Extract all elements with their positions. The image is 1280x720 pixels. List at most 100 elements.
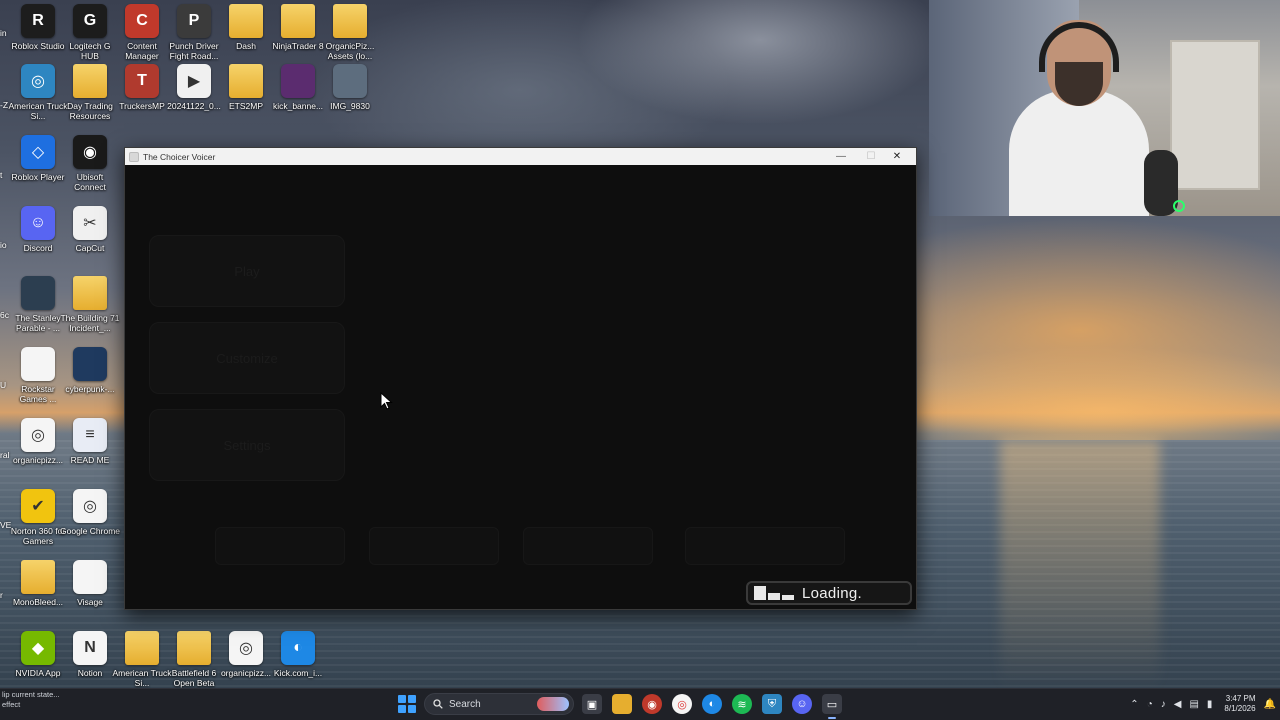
desktop-icon-label: Norton 360 for Gamers — [10, 526, 66, 546]
desktop-icon-discord[interactable]: ☺ Discord — [11, 206, 65, 253]
start-button[interactable] — [398, 695, 416, 713]
desktop-icon-capcut[interactable]: ✂ CapCut — [63, 206, 117, 253]
desktop-icon-organicpizz-2[interactable]: ◎ organicpizz... — [219, 631, 273, 678]
loading-text: Loading. — [802, 584, 862, 602]
dash-icon — [229, 4, 263, 38]
desktop-icon-roblox-player[interactable]: ◇ Roblox Player — [11, 135, 65, 182]
chevron-up-icon[interactable]: ⌃ — [1130, 699, 1138, 710]
img-9830-icon — [333, 64, 367, 98]
minimize-button[interactable]: — — [826, 148, 856, 165]
play-button[interactable]: Play — [149, 235, 345, 307]
desktop-icon-roblox-studio[interactable]: R Roblox Studio — [11, 4, 65, 51]
app-titlebar[interactable]: The Choicer Voicer — ☐ ✕ — [125, 148, 916, 165]
desktop-icon-rockstar[interactable]: Rockstar Games ... — [11, 347, 65, 404]
desktop-icon-video-2024[interactable]: ▶ 20241122_0... — [167, 64, 221, 111]
desktop-icon-battlefield6[interactable]: Battlefield 6 Open Beta — [167, 631, 221, 688]
webcam-overlay — [929, 0, 1280, 216]
desktop-icon-label: ETS2MP — [228, 101, 263, 111]
desktop-icon-punch-driver[interactable]: P Punch Driver Fight Road... — [167, 4, 221, 61]
discord-icon[interactable]: ☺ — [792, 694, 812, 714]
chrome-icon[interactable]: ◎ — [672, 694, 692, 714]
clock-date: 8/1/2026 — [1224, 704, 1256, 713]
loading-indicator: Loading. — [746, 581, 912, 605]
desktop-icon-label: Day Trading Resources — [67, 101, 113, 121]
desktop-icon-label: 20241122_0... — [167, 101, 221, 111]
clock[interactable]: 3:47 PM 8/1/2026 — [1224, 694, 1255, 714]
desktop-icon-day-trading[interactable]: Day Trading Resources — [63, 64, 117, 121]
desktop-icon-img-9830[interactable]: IMG_9830 — [323, 64, 377, 111]
desktop-icon-label: Visage — [77, 597, 103, 607]
desktop-icon-ets2mp[interactable]: ETS2MP — [219, 64, 273, 111]
close-button[interactable]: ✕ — [882, 148, 912, 165]
partial-icon-label: ral — [0, 450, 10, 460]
desktop-icon-label: cyberpunk-... — [65, 384, 115, 394]
desktop-icon-label: Ubisoft Connect — [74, 172, 106, 192]
desktop-icon-ubisoft[interactable]: ◉ Ubisoft Connect — [63, 135, 117, 192]
desktop-icon-label: Kick.com_i... — [273, 668, 323, 678]
desktop-icon-logitech[interactable]: G Logitech G HUB — [63, 4, 117, 61]
loading-bars-icon — [754, 586, 794, 600]
desktop-icon-cyberpunk[interactable]: cyberpunk-... — [63, 347, 117, 394]
shield-icon[interactable]: ⛨ — [762, 694, 782, 714]
battery-icon[interactable]: ▮ — [1207, 699, 1213, 710]
desktop-icon-label: Logitech G HUB — [69, 41, 111, 61]
settings-button[interactable]: Settings — [149, 409, 345, 481]
desktop-icon-building-71[interactable]: The Building 71 Incident_... — [60, 276, 120, 333]
desktop-icon-label: kick_banne... — [272, 101, 324, 111]
active-app-icon[interactable]: ▭ — [822, 694, 842, 719]
punch-driver-icon: P — [177, 4, 211, 38]
desktop-icon-ninjatrader[interactable]: NinjaTrader 8 — [271, 4, 325, 51]
file-explorer-icon[interactable] — [612, 694, 632, 714]
desktop-icon-google-chrome[interactable]: ◎ Google Chrome — [60, 489, 120, 536]
ets2mp-icon — [229, 64, 263, 98]
taskbar-search[interactable]: Search — [424, 693, 574, 715]
desktop-icon-american-truck-2[interactable]: American Truck Si... — [112, 631, 172, 688]
faint-button-1[interactable] — [215, 527, 345, 565]
desktop-icon-label: IMG_9830 — [330, 101, 370, 111]
desktop-icon-stanley-parable[interactable]: The Stanley Parable - ... — [11, 276, 65, 333]
desktop-icon-label: organicpizz... — [12, 455, 64, 465]
desktop-icon-organicpizz-chrome[interactable]: ◎ organicpizz... — [11, 418, 65, 465]
video-2024-icon: ▶ — [177, 64, 211, 98]
desktop-icon-truckersmp[interactable]: T TruckersMP — [115, 64, 169, 111]
desktop-icon-label: CapCut — [75, 243, 105, 253]
desktop-icon-nvidia[interactable]: ◆ NVIDIA App — [11, 631, 65, 678]
partial-icon-label: 6c — [0, 310, 9, 320]
desktop-icon-norton[interactable]: ✔ Norton 360 for Gamers — [11, 489, 65, 546]
faint-button-2[interactable] — [369, 527, 499, 565]
microphone-icon[interactable]: ♪ — [1161, 699, 1166, 710]
norton-icon: ✔ — [21, 489, 55, 523]
desktop-icon-kick-banner[interactable]: kick_banne... — [271, 64, 325, 111]
desktop-icon-label: The Building 71 Incident_... — [60, 313, 120, 333]
desktop-icon-organicpiz-assets[interactable]: OrganicPiz... Assets (lo... — [323, 4, 377, 61]
desktop-icon-kick-com[interactable]: ◐ Kick.com_i... — [271, 631, 325, 678]
desktop-icon-readme[interactable]: ≡ READ ME — [63, 418, 117, 465]
desktop-icon-label: READ ME — [70, 455, 110, 465]
partial-icon-label: t — [0, 170, 3, 180]
organicpizz-2-icon: ◎ — [229, 631, 263, 665]
wallpaper-sun-reflection — [1000, 440, 1160, 688]
desktop-icon-american-truck[interactable]: ◎ American Truck Si... — [8, 64, 68, 121]
volume-icon[interactable]: ◀ — [1174, 699, 1182, 710]
desktop-icon-dash[interactable]: Dash — [219, 4, 273, 51]
desktop-icon-label: MonoBleed... — [12, 597, 64, 607]
roblox-studio-icon: R — [21, 4, 55, 38]
app-window: The Choicer Voicer — ☐ ✕ Play Customize … — [124, 147, 917, 610]
faint-button-4[interactable] — [685, 527, 845, 565]
desktop-icon-content-manager[interactable]: C Content Manager — [115, 4, 169, 61]
spotify-icon[interactable]: ≋ — [732, 694, 752, 714]
app-pinned-icon[interactable]: ◉ — [642, 694, 662, 714]
desktop-icon-label: Dash — [236, 41, 256, 51]
stanley-parable-icon — [21, 276, 55, 310]
desktop-icon-label: American Truck Si... — [8, 101, 68, 121]
faint-button-3[interactable] — [523, 527, 653, 565]
network-icon[interactable]: ▤ — [1189, 699, 1198, 710]
notification-icon[interactable]: 🔔 — [1264, 699, 1276, 710]
customize-button[interactable]: Customize — [149, 322, 345, 394]
edge-icon[interactable]: ◐ — [702, 694, 722, 714]
desktop-icon-monobleed[interactable]: MonoBleed... — [11, 560, 65, 607]
desktop-icon-notion[interactable]: N Notion — [63, 631, 117, 678]
task-view-icon[interactable]: ▣ — [582, 694, 602, 714]
desktop-icon-visage[interactable]: Visage — [63, 560, 117, 607]
tray-app-icon[interactable]: ◔ — [1147, 699, 1153, 710]
